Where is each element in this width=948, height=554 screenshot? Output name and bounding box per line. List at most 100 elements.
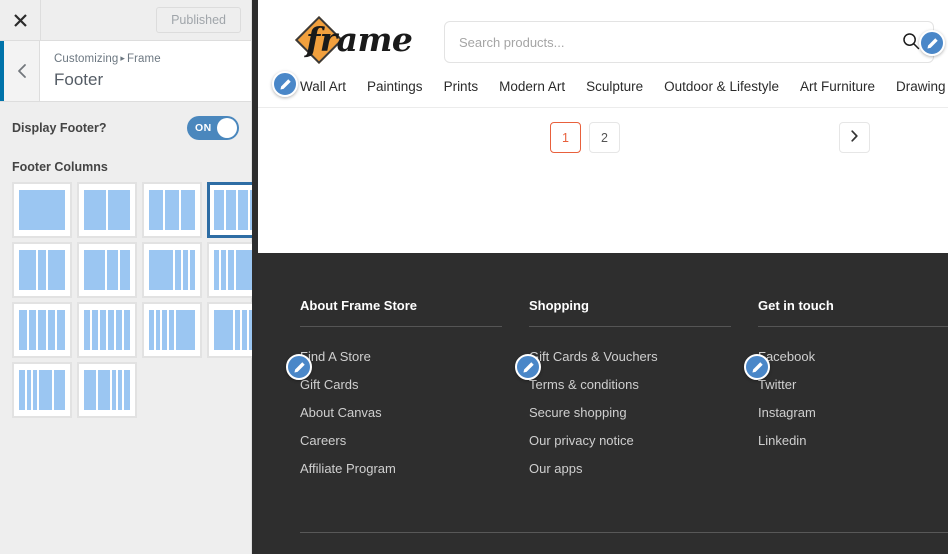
column-preview xyxy=(57,310,65,350)
footer-columns-option-narrow-narrow-wide-wide[interactable] xyxy=(12,362,72,418)
header-right-edit-shortcut[interactable] xyxy=(919,30,945,56)
panel-back-button[interactable] xyxy=(0,41,40,101)
footer-columns-option-one-column[interactable] xyxy=(12,182,72,238)
footer-heading-divider xyxy=(300,326,502,327)
customizer-topbar: Published xyxy=(0,0,251,41)
footer-link-twitter[interactable]: Twitter xyxy=(758,377,948,392)
footer-column-heading: Shopping xyxy=(529,298,589,313)
footer-col3-edit-shortcut[interactable] xyxy=(744,354,770,380)
footer-link-our-apps[interactable]: Our apps xyxy=(529,461,758,476)
column-preview xyxy=(84,190,106,230)
footer-link-terms-conditions[interactable]: Terms & conditions xyxy=(529,377,758,392)
column-preview xyxy=(162,310,168,350)
footer-col1-edit-shortcut[interactable] xyxy=(286,354,312,380)
footer-link-instagram[interactable]: Instagram xyxy=(758,405,948,420)
nav-item-modern-art[interactable]: Modern Art xyxy=(499,79,565,94)
toggle-state-label: ON xyxy=(195,122,212,134)
page-title: Footer xyxy=(54,70,104,89)
nav-item-sculpture[interactable]: Sculpture xyxy=(586,79,643,94)
search-input[interactable] xyxy=(445,34,889,50)
column-preview xyxy=(33,370,38,410)
column-preview xyxy=(84,310,90,350)
column-preview xyxy=(111,370,116,410)
nav-menu-edit-shortcut[interactable] xyxy=(272,71,298,97)
nav-item-prints[interactable]: Prints xyxy=(444,79,479,94)
footer-link-find-a-store[interactable]: Find A Store xyxy=(300,349,529,364)
pencil-icon xyxy=(279,78,292,91)
search-icon xyxy=(902,32,920,53)
footer-col2-edit-shortcut[interactable] xyxy=(515,354,541,380)
footer-column-1: About Frame Store Find A Store Gift Cards A… xyxy=(286,298,529,476)
pagination-next-button[interactable] xyxy=(839,122,870,153)
column-preview xyxy=(214,310,234,350)
chevron-left-icon xyxy=(16,63,28,79)
site-header: frame Wall ArtPaintingsPrintsModern xyxy=(258,0,948,108)
pagination-page-1[interactable]: 1 xyxy=(550,122,581,153)
column-preview xyxy=(19,250,36,290)
column-preview xyxy=(39,370,53,410)
panel-header: Customizing ▸ Frame Footer xyxy=(0,41,251,102)
column-preview xyxy=(28,310,37,350)
column-preview xyxy=(155,310,161,350)
footer-link-facebook[interactable]: Facebook xyxy=(758,349,948,364)
close-customizer-button[interactable] xyxy=(0,0,41,40)
column-preview xyxy=(19,310,27,350)
footer-columns-option-wide-wide-narrow-narrow[interactable] xyxy=(77,362,137,418)
pencil-icon xyxy=(293,361,306,374)
column-preview xyxy=(119,250,130,290)
footer-link-gift-cards-vouchers[interactable]: Gift Cards & Vouchers xyxy=(529,349,758,364)
footer-link-careers[interactable]: Careers xyxy=(300,433,529,448)
site-logo-text: frame xyxy=(306,20,413,59)
pagination-page-2[interactable]: 2 xyxy=(589,122,620,153)
column-preview xyxy=(107,250,118,290)
footer-link-gift-cards[interactable]: Gift Cards xyxy=(300,377,529,392)
footer-columns-option-two-equal[interactable] xyxy=(77,182,137,238)
footer-link-secure-shopping[interactable]: Secure shopping xyxy=(529,405,758,420)
column-preview xyxy=(108,310,114,350)
footer-link-linkedin[interactable]: Linkedin xyxy=(758,433,948,448)
footer-columns-option-four-narrow-wide[interactable] xyxy=(142,302,202,358)
column-preview xyxy=(19,370,26,410)
footer-columns-option-wide-three-narrow[interactable] xyxy=(142,242,202,298)
nav-item-outdoor-lifestyle[interactable]: Outdoor & Lifestyle xyxy=(664,79,779,94)
footer-link-about-canvas[interactable]: About Canvas xyxy=(300,405,529,420)
display-footer-control: Display Footer? ON xyxy=(10,102,241,140)
footer-bottom-divider xyxy=(300,532,948,533)
site-preview: frame Wall ArtPaintingsPrintsModern xyxy=(258,0,948,554)
panel-titles: Customizing ▸ Frame Footer xyxy=(40,41,251,101)
display-footer-toggle[interactable]: ON xyxy=(187,116,239,140)
column-preview xyxy=(214,190,224,230)
close-x-icon xyxy=(13,13,28,28)
footer-column-heading: Get in touch xyxy=(758,298,834,313)
column-preview xyxy=(181,190,195,230)
pagination: 12 xyxy=(550,122,620,153)
pencil-icon xyxy=(751,361,764,374)
footer-columns-option-wide-narrow-wide[interactable] xyxy=(12,242,72,298)
footer-link-list: Find A Store Gift Cards About Canvas Career… xyxy=(300,349,529,476)
breadcrumb-theme: Frame xyxy=(127,53,161,65)
column-preview xyxy=(241,310,247,350)
nav-item-drawing[interactable]: Drawing xyxy=(896,79,946,94)
footer-columns-option-five-equal[interactable] xyxy=(12,302,72,358)
header-top-row: frame xyxy=(258,0,948,66)
footer-columns-option-six-equal[interactable] xyxy=(77,302,137,358)
column-preview xyxy=(124,310,130,350)
customizer-controls: Display Footer? ON Footer Columns xyxy=(0,102,267,418)
breadcrumb-prefix: Customizing xyxy=(54,53,119,65)
nav-item-art-furniture[interactable]: Art Furniture xyxy=(800,79,875,94)
column-preview xyxy=(149,190,163,230)
footer-link-our-privacy-notice[interactable]: Our privacy notice xyxy=(529,433,758,448)
footer-heading-divider xyxy=(758,326,948,327)
footer-link-affiliate-program[interactable]: Affiliate Program xyxy=(300,461,529,476)
footer-columns-option-three-equal[interactable] xyxy=(142,182,202,238)
column-preview xyxy=(54,370,66,410)
footer-columns-label: Footer Columns xyxy=(12,160,108,174)
site-logo[interactable]: frame xyxy=(294,15,416,67)
nav-item-paintings[interactable]: Paintings xyxy=(367,79,423,94)
column-preview xyxy=(47,310,56,350)
footer-columns-option-wide-narrow-narrow[interactable] xyxy=(77,242,137,298)
nav-item-wall-art[interactable]: Wall Art xyxy=(300,79,346,94)
toggle-knob xyxy=(217,118,237,138)
column-preview xyxy=(226,190,236,230)
published-button[interactable]: Published xyxy=(156,7,241,33)
